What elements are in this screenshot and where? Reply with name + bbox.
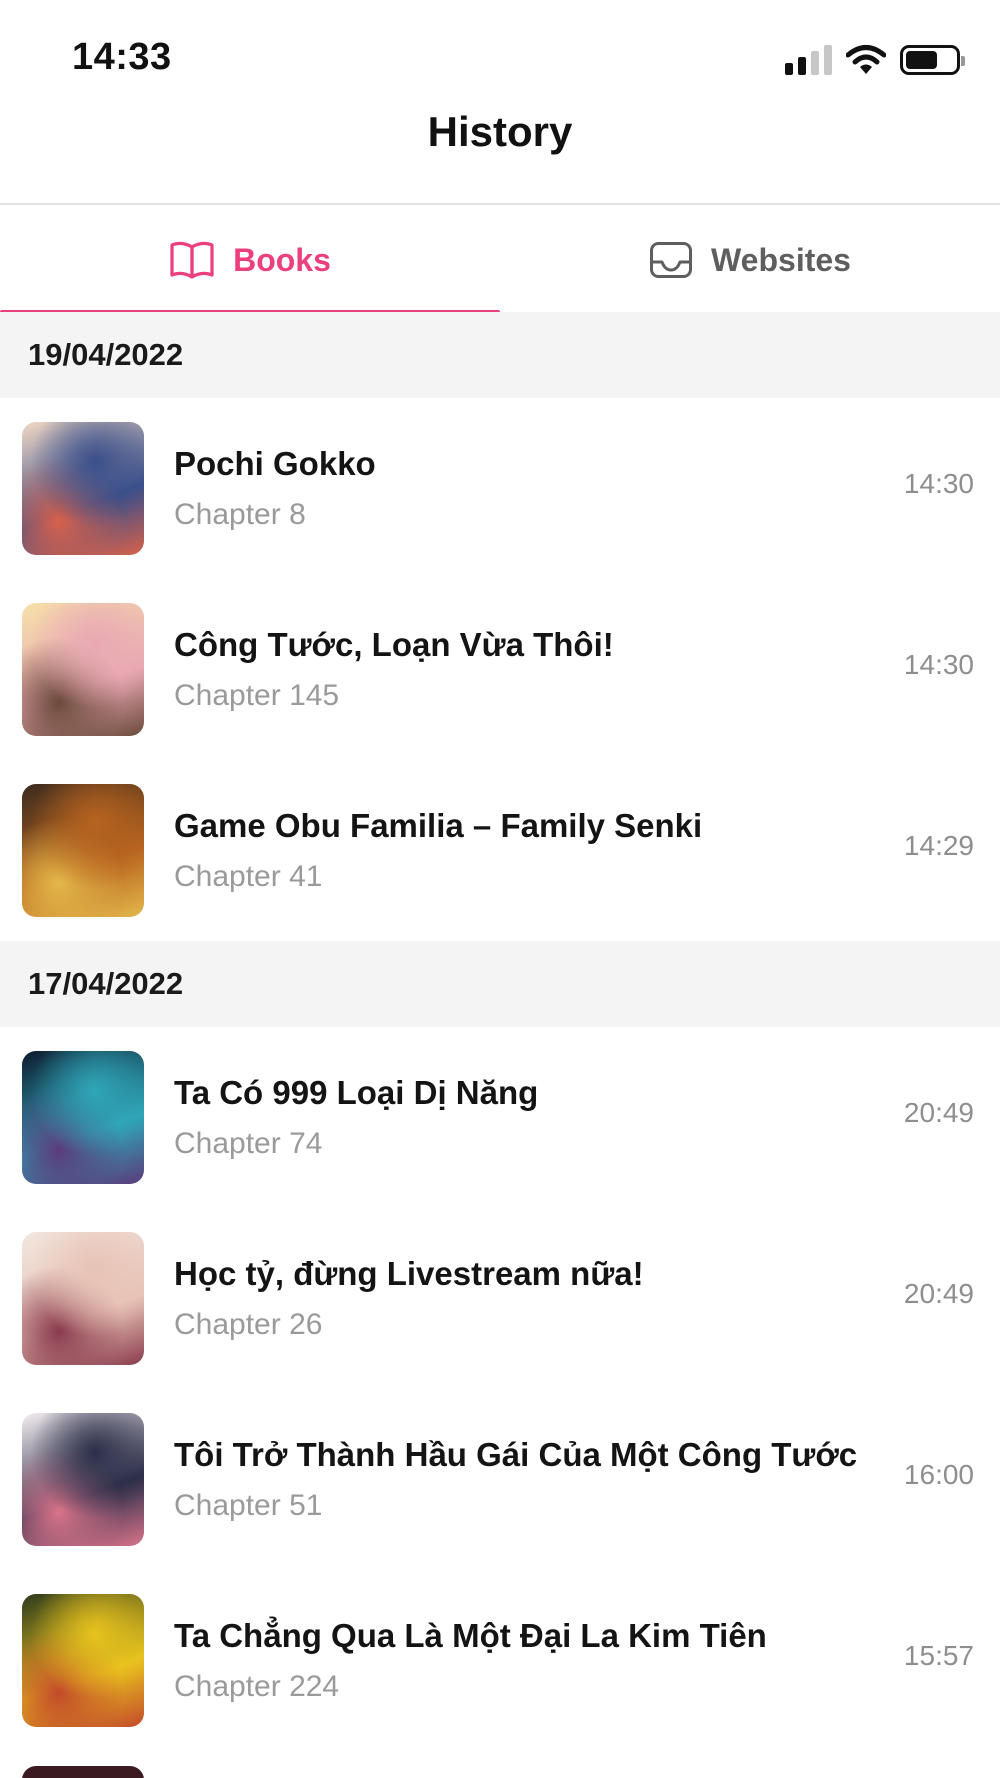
- read-time: 20:49: [903, 1097, 974, 1128]
- history-item[interactable]: Học tỷ, đừng Livestream nữa! Chapter 26 20…: [0, 1208, 1000, 1389]
- status-bar: 14:33: [0, 0, 1000, 110]
- date-section-header: 19/04/2022: [0, 312, 1000, 398]
- chapter-label: Chapter 145: [174, 679, 340, 712]
- status-time: 14:33: [72, 36, 172, 78]
- inbox-tray-icon: [650, 242, 693, 278]
- book-title: Tôi Trở Thành Hầu Gái Của Một Công Tước: [174, 1436, 858, 1473]
- book-title: Học tỷ, đừng Livestream nữa!: [174, 1255, 644, 1292]
- book-cover-thumbnail: [22, 784, 144, 917]
- history-item-text: Game Obu Familia – Family Senki Chapter 4…: [174, 806, 850, 895]
- history-item-text: Pochi Gokko Chapter 8: [174, 444, 850, 533]
- cellular-signal-icon: [785, 45, 832, 75]
- chapter-label: Chapter 8: [174, 498, 306, 531]
- read-time: 14:30: [903, 468, 974, 499]
- status-icons: [785, 42, 965, 78]
- book-title: Pochi Gokko: [174, 445, 376, 482]
- history-item-text: Ta Có 999 Loại Dị Năng Chapter 74: [174, 1073, 850, 1162]
- date-section-header: 17/04/2022: [0, 941, 1000, 1027]
- chapter-label: Chapter 26: [174, 1308, 323, 1341]
- history-item[interactable]: Ta Có 999 Loại Dị Năng Chapter 74 20:49: [0, 1027, 1000, 1208]
- history-item-text: Tôi Trở Thành Hầu Gái Của Một Công Tước C…: [174, 1435, 858, 1524]
- wifi-icon: [846, 45, 886, 74]
- book-cover-thumbnail: [22, 1413, 144, 1546]
- book-title: Công Tước, Loạn Vừa Thôi!: [174, 626, 614, 663]
- book-title: Game Obu Familia – Family Senki: [174, 807, 703, 844]
- chapter-label: Chapter 41: [174, 860, 323, 893]
- book-title: Ta Chẳng Qua Là Một Đại La Kim Tiên: [174, 1617, 767, 1654]
- history-item[interactable]: Tôi Trở Thành Hầu Gái Của Một Công Tước C…: [0, 1389, 1000, 1570]
- history-item[interactable]: Pochi Gokko Chapter 8 14:30: [0, 398, 1000, 579]
- open-book-icon: [170, 241, 214, 279]
- battery-icon: [900, 45, 965, 75]
- chapter-label: Chapter 224: [174, 1670, 340, 1703]
- partial-book-cover: [22, 1766, 144, 1778]
- read-time: 16:00: [903, 1459, 974, 1490]
- book-cover-thumbnail: [22, 603, 144, 736]
- history-item[interactable]: Ta Chẳng Qua Là Một Đại La Kim Tiên Chapt…: [0, 1570, 1000, 1751]
- history-item-text: Học tỷ, đừng Livestream nữa! Chapter 26: [174, 1254, 850, 1343]
- chapter-label: Chapter 51: [174, 1489, 323, 1522]
- tab-websites[interactable]: Websites: [500, 205, 1000, 315]
- tab-bar: Books Websites: [0, 205, 1000, 315]
- read-time: 14:29: [903, 830, 974, 861]
- history-item[interactable]: Công Tước, Loạn Vừa Thôi! Chapter 145 14:3…: [0, 579, 1000, 760]
- read-time: 15:57: [903, 1640, 974, 1671]
- chapter-label: Chapter 74: [174, 1127, 323, 1160]
- read-time: 14:30: [903, 649, 974, 680]
- page-title: History: [427, 108, 573, 155]
- history-list: 19/04/2022 Pochi Gokko Chapter 8 14:30 Công …: [0, 312, 1000, 1751]
- book-cover-thumbnail: [22, 1232, 144, 1365]
- tab-books-label: Books: [233, 241, 331, 278]
- history-item[interactable]: Game Obu Familia – Family Senki Chapter 4…: [0, 760, 1000, 941]
- book-cover-thumbnail: [22, 422, 144, 555]
- tab-books[interactable]: Books: [0, 205, 500, 315]
- battery-level: [906, 51, 938, 69]
- book-cover-thumbnail: [22, 1594, 144, 1727]
- book-title: Ta Có 999 Loại Dị Năng: [174, 1074, 539, 1111]
- tab-websites-label: Websites: [711, 241, 851, 278]
- read-time: 20:49: [903, 1278, 974, 1309]
- book-cover-thumbnail: [22, 1051, 144, 1184]
- history-item-text: Công Tước, Loạn Vừa Thôi! Chapter 145: [174, 625, 850, 714]
- history-item-text: Ta Chẳng Qua Là Một Đại La Kim Tiên Chapt…: [174, 1616, 850, 1705]
